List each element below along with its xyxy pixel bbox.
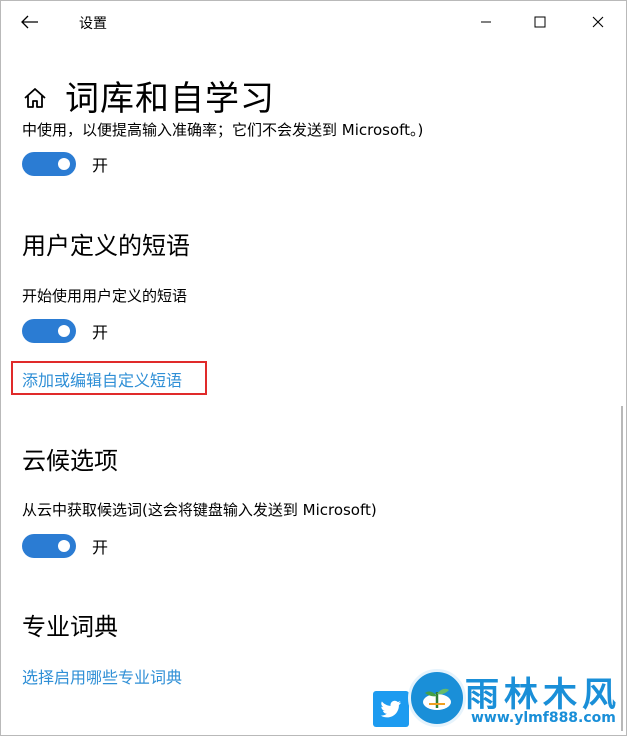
watermark-brand: 雨林木风 (465, 675, 621, 715)
title-bar: 设置 (1, 1, 626, 43)
self-learning-toggle[interactable] (22, 152, 76, 176)
self-learning-toggle-row: 开 (22, 152, 108, 176)
settings-window: 设置 词库和自学习 中使用，以便提高输入准确率；它们不会发送到 Microsof… (0, 0, 627, 736)
close-button[interactable] (575, 1, 621, 43)
watermark: 雨林木风 www.ylmf888.com (405, 666, 626, 735)
choose-dictionaries-link[interactable]: 选择启用哪些专业词典 (22, 664, 182, 688)
minimize-button[interactable] (463, 1, 509, 43)
section-heading-cloud: 云候选项 (22, 447, 118, 475)
watermark-logo-icon (408, 669, 466, 727)
cloud-toggle-row: 开 (22, 534, 108, 558)
back-arrow-icon (21, 15, 38, 29)
page-title: 词库和自学习 (65, 79, 275, 119)
toggle-knob (58, 540, 70, 552)
page-description: 中使用，以便提高输入准确率；它们不会发送到 Microsoft。) (22, 121, 424, 139)
toggle-state-label: 开 (92, 538, 109, 557)
user-phrases-toggle[interactable] (22, 319, 76, 343)
section-heading-user-phrases: 用户定义的短语 (22, 232, 190, 260)
page-header: 词库和自学习 (21, 71, 275, 120)
cloud-candidates-toggle[interactable] (22, 534, 76, 558)
minimize-icon (481, 21, 491, 23)
toggle-state-label: 开 (92, 156, 109, 175)
cloud-setting-label: 从云中获取候选词(这会将键盘输入发送到 Microsoft) (22, 501, 377, 519)
watermark-url: www.ylmf888.com (471, 710, 616, 726)
window-title: 设置 (79, 16, 107, 32)
section-heading-dictionary: 专业词典 (22, 613, 118, 641)
edit-custom-phrases-link[interactable]: 添加或编辑自定义短语 (22, 367, 182, 391)
home-icon[interactable] (21, 84, 49, 112)
user-phrases-setting-label: 开始使用用户定义的短语 (22, 287, 188, 305)
close-icon (592, 16, 604, 28)
toggle-knob (58, 325, 70, 337)
user-phrases-toggle-row: 开 (22, 319, 108, 343)
toggle-knob (58, 158, 70, 170)
toggle-state-label: 开 (92, 323, 109, 342)
maximize-button[interactable] (517, 1, 563, 43)
twitter-icon (373, 691, 409, 727)
back-button[interactable] (15, 7, 45, 37)
maximize-icon (534, 16, 546, 28)
